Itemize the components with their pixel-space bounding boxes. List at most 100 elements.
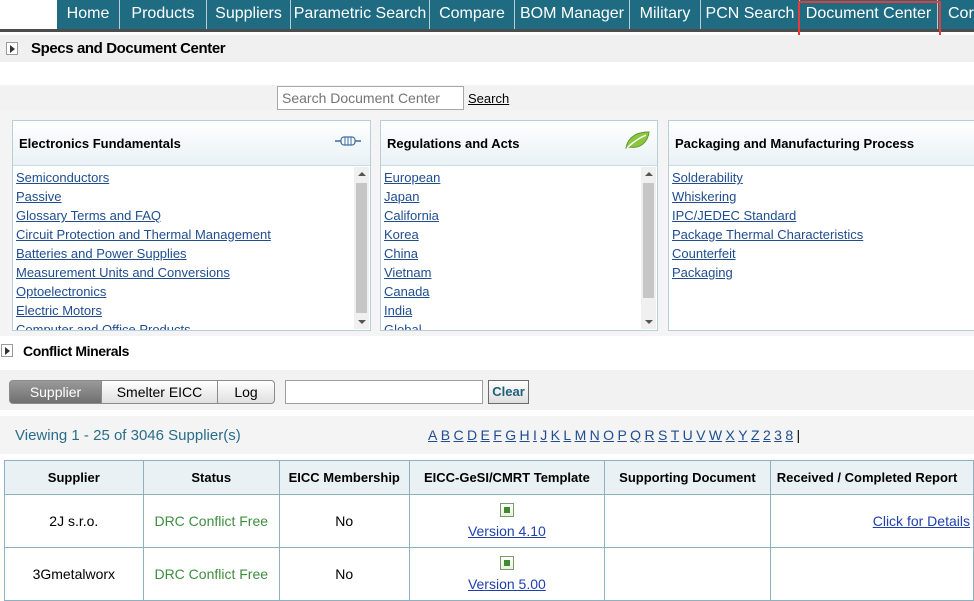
col-status[interactable]: Status: [142, 460, 280, 495]
scroll-up-icon[interactable]: [641, 167, 656, 182]
link-semiconductors[interactable]: Semiconductors: [16, 168, 352, 187]
clear-button[interactable]: Clear: [488, 380, 529, 404]
nav-item-suppliers[interactable]: Suppliers: [207, 0, 291, 29]
alpha-link-i[interactable]: I: [533, 427, 537, 443]
alpha-link-t[interactable]: T: [671, 427, 680, 443]
cell-template: Version 4.10: [408, 494, 606, 548]
nav-item-more[interactable]: Cor: [938, 0, 974, 29]
document-search-input[interactable]: [277, 86, 464, 110]
alpha-link-c[interactable]: C: [453, 427, 463, 443]
link-optoelectronics[interactable]: Optoelectronics: [16, 282, 352, 301]
alpha-link-e[interactable]: E: [481, 427, 490, 443]
link-passive[interactable]: Passive: [16, 187, 352, 206]
nav-item-document-center[interactable]: Document Center: [800, 0, 938, 29]
link-computer-office[interactable]: Computer and Office Products: [16, 320, 352, 330]
alpha-link-v[interactable]: V: [696, 427, 705, 443]
link-circuit-protection[interactable]: Circuit Protection and Thermal Managemen…: [16, 225, 352, 244]
link-global[interactable]: Global: [384, 320, 639, 330]
link-canada[interactable]: Canada: [384, 282, 639, 301]
link-ipc-jedec[interactable]: IPC/JEDEC Standard: [672, 206, 969, 225]
alpha-link-h[interactable]: H: [519, 427, 529, 443]
alpha-link-a[interactable]: A: [428, 427, 437, 443]
alpha-link-g[interactable]: G: [505, 427, 516, 443]
alpha-link-f[interactable]: F: [493, 427, 502, 443]
excel-file-icon[interactable]: [499, 503, 514, 517]
alpha-link-s[interactable]: S: [658, 427, 667, 443]
alpha-link-3[interactable]: 3: [774, 427, 782, 443]
cell-membership: No: [278, 547, 410, 601]
panel-scrollbar[interactable]: [641, 167, 656, 329]
link-india[interactable]: India: [384, 301, 639, 320]
alpha-link-k[interactable]: K: [551, 427, 560, 443]
alpha-link-l[interactable]: L: [563, 427, 571, 443]
document-search-link[interactable]: Search: [468, 91, 509, 106]
link-european[interactable]: European: [384, 168, 639, 187]
cell-status: DRC Conflict Free: [142, 547, 280, 601]
nav-item-pcn-search[interactable]: PCN Search: [701, 0, 800, 29]
link-packaging[interactable]: Packaging: [672, 263, 969, 282]
template-version-link[interactable]: Version 5.00: [468, 576, 546, 592]
col-cmrt-template[interactable]: EICC-GeSI/CMRT Template: [408, 460, 606, 495]
link-batteries[interactable]: Batteries and Power Supplies: [16, 244, 352, 263]
link-california[interactable]: California: [384, 206, 639, 225]
scroll-up-icon[interactable]: [354, 167, 369, 182]
link-korea[interactable]: Korea: [384, 225, 639, 244]
alpha-link-b[interactable]: B: [441, 427, 450, 443]
specs-section-header[interactable]: Specs and Document Center: [0, 35, 974, 62]
tab-smelter-eicc[interactable]: Smelter EICC: [101, 380, 218, 404]
link-vietnam[interactable]: Vietnam: [384, 263, 639, 282]
nav-item-bom-manager[interactable]: BOM Manager: [515, 0, 630, 29]
link-electric-motors[interactable]: Electric Motors: [16, 301, 352, 320]
col-supplier[interactable]: Supplier: [4, 460, 144, 495]
alpha-link-m[interactable]: M: [575, 427, 587, 443]
nav-item-products[interactable]: Products: [120, 0, 207, 29]
nav-item-military[interactable]: Military: [630, 0, 701, 29]
top-navigation: Home Products Suppliers Parametric Searc…: [0, 0, 974, 37]
tab-supplier[interactable]: Supplier: [9, 380, 102, 404]
alpha-link-2[interactable]: 2: [763, 427, 771, 443]
conflict-section-header[interactable]: Conflict Minerals: [0, 337, 974, 364]
table-row: 3Gmetalworx DRC Conflict Free No Version…: [4, 547, 974, 601]
link-solderability[interactable]: Solderability: [672, 168, 969, 187]
col-received-report[interactable]: Received / Completed Report: [769, 460, 974, 495]
viewing-count-text: Viewing 1 - 25 of 3046 Supplier(s): [15, 427, 241, 444]
alpha-link-q[interactable]: Q: [630, 427, 641, 443]
col-eicc-membership[interactable]: EICC Membership: [278, 460, 410, 495]
link-glossary[interactable]: Glossary Terms and FAQ: [16, 206, 352, 225]
alpha-link-8[interactable]: 8: [785, 427, 793, 443]
link-china[interactable]: China: [384, 244, 639, 263]
panel-title: Regulations and Acts: [387, 136, 520, 151]
link-measurement-units[interactable]: Measurement Units and Conversions: [16, 263, 352, 282]
alpha-link-u[interactable]: U: [683, 427, 693, 443]
supplier-filter-input[interactable]: [285, 380, 483, 404]
excel-file-icon[interactable]: [499, 556, 514, 570]
alpha-link-p[interactable]: P: [617, 427, 626, 443]
tab-log[interactable]: Log: [217, 380, 275, 404]
alpha-link-n[interactable]: N: [590, 427, 600, 443]
alpha-link-x[interactable]: X: [726, 427, 735, 443]
alpha-link-z[interactable]: Z: [751, 427, 760, 443]
alpha-link-d[interactable]: D: [467, 427, 477, 443]
scroll-down-icon[interactable]: [641, 314, 656, 329]
scroll-thumb[interactable]: [643, 183, 654, 298]
alpha-link-y[interactable]: Y: [738, 427, 747, 443]
nav-item-compare[interactable]: Compare: [430, 0, 515, 29]
nav-item-home[interactable]: Home: [57, 0, 120, 29]
template-version-link[interactable]: Version 4.10: [468, 523, 546, 539]
link-whiskering[interactable]: Whiskering: [672, 187, 969, 206]
col-supporting-document[interactable]: Supporting Document: [604, 460, 771, 495]
alpha-link-w[interactable]: W: [709, 427, 722, 443]
expand-triangle-icon[interactable]: [1, 344, 13, 357]
nav-item-parametric-search[interactable]: Parametric Search: [291, 0, 430, 29]
link-counterfeit[interactable]: Counterfeit: [672, 244, 969, 263]
panel-scrollbar[interactable]: [354, 167, 369, 329]
scroll-thumb[interactable]: [356, 183, 367, 313]
alpha-link-r[interactable]: R: [644, 427, 654, 443]
scroll-down-icon[interactable]: [354, 314, 369, 329]
link-japan[interactable]: Japan: [384, 187, 639, 206]
alpha-link-j[interactable]: J: [540, 427, 547, 443]
link-package-thermal[interactable]: Package Thermal Characteristics: [672, 225, 969, 244]
expand-triangle-icon[interactable]: [6, 42, 18, 55]
click-for-details-link[interactable]: Click for Details: [873, 513, 970, 529]
alpha-link-o[interactable]: O: [603, 427, 614, 443]
